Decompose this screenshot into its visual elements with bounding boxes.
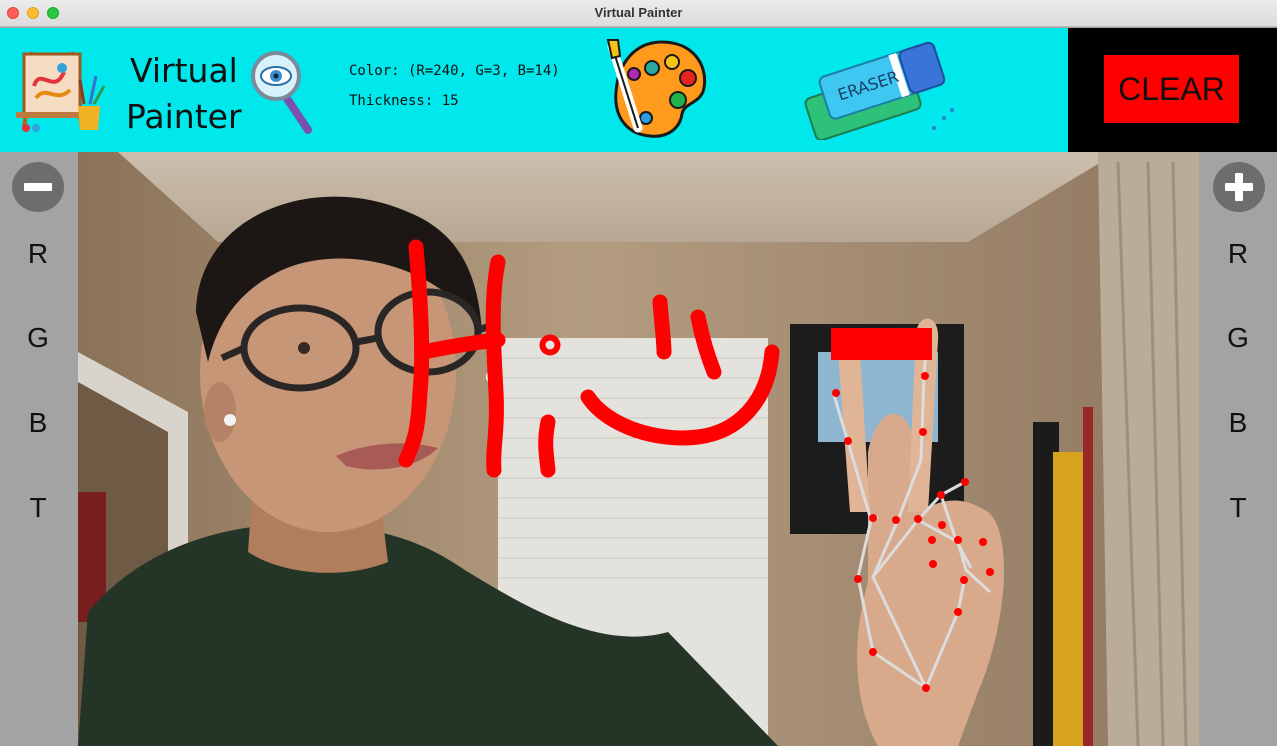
right-channel-g[interactable]: G [1199, 322, 1277, 354]
app-name-line2: Painter [126, 97, 242, 136]
palette-icon[interactable] [604, 38, 710, 142]
top-toolbar: Virtual Painter Color: (R=240, G=3, B=14… [0, 28, 1277, 152]
current-thickness-text: Thickness: 15 [349, 93, 459, 109]
right-panel: R G B T [1199, 152, 1277, 746]
camera-canvas[interactable] [78, 152, 1199, 746]
current-color-text: Color: (R=240, G=3, B=14) [349, 63, 560, 79]
window-title: Virtual Painter [594, 5, 683, 20]
right-channel-t[interactable]: T [1199, 492, 1277, 524]
left-panel: R G B T [0, 152, 78, 746]
app-name-line1: Virtual [130, 51, 238, 90]
left-channel-t[interactable]: T [0, 492, 77, 524]
increase-button[interactable] [1213, 162, 1265, 212]
decrease-button[interactable] [12, 162, 64, 212]
eraser-icon[interactable]: ERASER [794, 36, 964, 140]
left-channel-r[interactable]: R [0, 238, 77, 270]
right-channel-r[interactable]: R [1199, 238, 1277, 270]
left-channel-b[interactable]: B [0, 407, 77, 439]
webcam-scene [78, 152, 1199, 746]
clear-area: CLEAR [1068, 28, 1277, 152]
eye-magnifier-icon [251, 51, 312, 134]
easel-icon [16, 51, 106, 132]
minus-icon [24, 183, 52, 191]
clear-button[interactable]: CLEAR [1104, 55, 1239, 123]
right-channel-b[interactable]: B [1199, 407, 1277, 439]
brush-preview [831, 328, 932, 360]
app-name: Virtual Painter [126, 48, 242, 140]
left-channel-g[interactable]: G [0, 322, 77, 354]
window-titlebar: Virtual Painter [0, 0, 1277, 27]
